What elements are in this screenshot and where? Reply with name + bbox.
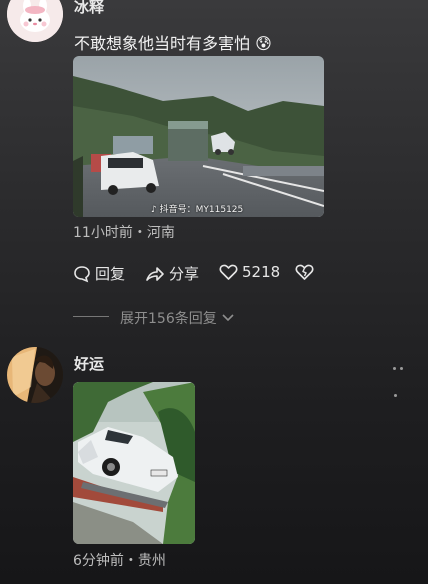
comment-meta: 6分钟前・贵州 [73, 553, 166, 569]
like-count: 5218 [242, 263, 281, 281]
comment-meta: 11小时前・河南 [73, 225, 175, 241]
expand-replies-button[interactable]: 展开156条回复 [120, 308, 235, 328]
dislike-button[interactable] [295, 263, 314, 281]
share-label: 分享 [169, 265, 200, 283]
bunny-avatar-icon [7, 0, 63, 42]
comment-username[interactable]: 冰释 [74, 0, 104, 17]
video-watermark: ♪ 抖音号：MY115125 [151, 202, 243, 215]
towed-car-photo [73, 382, 195, 544]
more-options-icon[interactable] [392, 366, 406, 398]
douyin-logo-icon: ♪ [151, 205, 157, 215]
comment-text-body: 不敢想象他当时有多害怕 [74, 34, 251, 53]
fearful-face-emoji: 😰 [255, 34, 272, 53]
portrait-avatar-icon [7, 347, 63, 403]
share-button[interactable]: 分享 [145, 263, 199, 284]
avatar[interactable] [7, 347, 63, 403]
comment-image[interactable] [73, 382, 195, 544]
expand-divider [73, 316, 109, 317]
comment-text: 不敢想象他当时有多害怕 😰 [74, 30, 272, 54]
speech-bubble-icon [74, 265, 90, 282]
reply-button[interactable]: 回复 [73, 263, 125, 284]
reply-label: 回复 [95, 265, 126, 283]
comment-username[interactable]: 好运 [74, 353, 104, 374]
chevron-down-icon [222, 314, 234, 322]
highway-accident-photo [73, 56, 324, 217]
like-button[interactable]: 5218 [219, 263, 280, 281]
avatar[interactable] [7, 0, 63, 42]
expand-replies-label: 展开156条回复 [120, 311, 217, 327]
broken-heart-icon [295, 264, 314, 280]
heart-icon [219, 264, 238, 280]
share-arrow-icon [146, 266, 164, 281]
watermark-text: 抖音号：MY115125 [159, 205, 244, 215]
comment-image[interactable]: ♪ 抖音号：MY115125 [73, 56, 324, 217]
